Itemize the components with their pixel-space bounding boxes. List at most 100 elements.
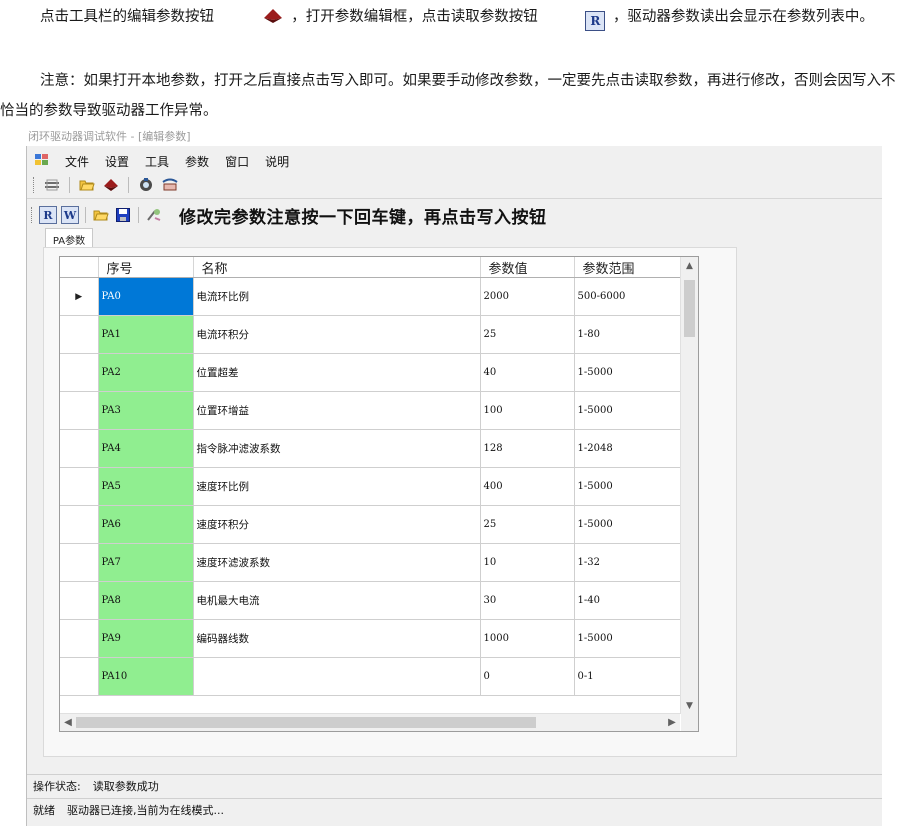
op-status-value: 读取参数成功 (92, 780, 159, 793)
menu-settings[interactable]: 设置 (97, 153, 137, 170)
cell-value[interactable]: 128 (480, 429, 575, 468)
cell-seq[interactable]: PA4 (98, 429, 194, 468)
cell-range[interactable]: 1-32 (574, 543, 682, 582)
cell-value[interactable]: 25 (480, 505, 575, 544)
cell-name[interactable]: 速度环积分 (193, 505, 481, 544)
cell-value[interactable]: 0 (480, 657, 575, 696)
read-param-icon: R (545, 6, 606, 36)
table-row[interactable]: PA8 电机最大电流 30 1-40 (60, 581, 682, 620)
menu-window[interactable]: 窗口 (217, 153, 257, 170)
monitor-icon[interactable] (161, 176, 179, 194)
cell-range[interactable]: 500-6000 (574, 277, 682, 316)
reset-icon[interactable] (145, 206, 163, 224)
menu-file[interactable]: 文件 (57, 153, 97, 170)
header-seq[interactable]: 序号 (98, 257, 194, 278)
cell-value[interactable]: 25 (480, 315, 575, 354)
cell-range[interactable]: 1-80 (574, 315, 682, 354)
scroll-left-icon[interactable]: ◀ (60, 714, 76, 731)
menu-bar: 文件 设置 工具 参数 窗口 说明 (27, 150, 297, 172)
cell-range[interactable]: 1-40 (574, 581, 682, 620)
header-name[interactable]: 名称 (193, 257, 481, 278)
cell-range[interactable]: 1-5000 (574, 505, 682, 544)
cell-name[interactable]: 速度环滤波系数 (193, 543, 481, 582)
table-row[interactable]: PA10 0 0-1 (60, 657, 682, 696)
status-bar: 就绪 驱动器已连接,当前为在线模式... (27, 798, 882, 821)
write-param-button[interactable]: W (61, 206, 79, 224)
param-grid[interactable]: 序号 名称 参数值 参数范围 ▶ PA0 电流环比例 2000 500-6000… (59, 256, 699, 732)
table-row[interactable]: PA4 指令脉冲滤波系数 128 1-2048 (60, 429, 682, 468)
cell-value[interactable]: 400 (480, 467, 575, 506)
table-row[interactable]: PA2 位置超差 40 1-5000 (60, 353, 682, 392)
cell-name[interactable]: 位置环增益 (193, 391, 481, 430)
table-row[interactable]: PA7 速度环滤波系数 10 1-32 (60, 543, 682, 582)
table-row[interactable]: ▶ PA0 电流环比例 2000 500-6000 (60, 277, 682, 316)
table-header: 序号 名称 参数值 参数范围 (60, 257, 682, 278)
cell-seq[interactable]: PA3 (98, 391, 194, 430)
header-value[interactable]: 参数值 (480, 257, 575, 278)
connect-icon[interactable] (43, 176, 61, 194)
cell-seq[interactable]: PA0 (98, 277, 194, 316)
cell-name[interactable]: 电机最大电流 (193, 581, 481, 620)
oscilloscope-icon[interactable] (137, 176, 155, 194)
cell-seq[interactable]: PA5 (98, 467, 194, 506)
cell-name[interactable]: 电流环积分 (193, 315, 481, 354)
save-icon[interactable] (114, 206, 132, 224)
table-row[interactable]: PA1 电流环积分 25 1-80 (60, 315, 682, 354)
param-toolbar: R W 修改完参数注意按一下回车键，再点击写入按钮 (31, 202, 547, 228)
edit-param-icon[interactable] (102, 176, 120, 194)
main-toolbar (27, 174, 179, 196)
menu-tools[interactable]: 工具 (137, 153, 177, 170)
row-marker: ▶ (60, 277, 99, 316)
table-row[interactable]: PA5 速度环比例 400 1-5000 (60, 467, 682, 506)
menu-params[interactable]: 参数 (177, 153, 217, 170)
cell-value[interactable]: 2000 (480, 277, 575, 316)
scroll-down-icon[interactable]: ▼ (681, 697, 698, 714)
cell-name[interactable]: 编码器线数 (193, 619, 481, 658)
table-row[interactable]: PA9 编码器线数 1000 1-5000 (60, 619, 682, 658)
cell-range[interactable]: 0-1 (574, 657, 682, 696)
vertical-scrollbar[interactable]: ▲ ▼ (680, 257, 698, 714)
cell-value[interactable]: 10 (480, 543, 575, 582)
cell-seq[interactable]: PA10 (98, 657, 194, 696)
cell-value[interactable]: 30 (480, 581, 575, 620)
read-param-button[interactable]: R (39, 206, 57, 224)
cell-range[interactable]: 1-5000 (574, 619, 682, 658)
cell-seq[interactable]: PA6 (98, 505, 194, 544)
open-file-icon[interactable] (92, 206, 110, 224)
menu-help[interactable]: 说明 (257, 153, 297, 170)
cell-seq[interactable]: PA1 (98, 315, 194, 354)
toolbar-grip (33, 177, 37, 193)
cell-name[interactable] (193, 657, 481, 696)
doc-text-1a: 点击工具栏的编辑参数按钮 (40, 9, 214, 25)
cell-range[interactable]: 1-5000 (574, 467, 682, 506)
header-range[interactable]: 参数范围 (574, 257, 682, 278)
cell-range[interactable]: 1-5000 (574, 353, 682, 392)
cell-value[interactable]: 1000 (480, 619, 575, 658)
cell-range[interactable]: 1-5000 (574, 391, 682, 430)
cell-value[interactable]: 100 (480, 391, 575, 430)
doc-text-1c: ，驱动器参数读出会显示在参数列表中。 (612, 9, 874, 25)
scroll-up-icon[interactable]: ▲ (681, 257, 698, 274)
cell-seq[interactable]: PA8 (98, 581, 194, 620)
doc-paragraph-1: 点击工具栏的编辑参数按钮 ，打开参数编辑框，点击读取参数按钮 R ，驱动器参数读… (0, 2, 898, 36)
tab-pa-params[interactable]: PA参数 (45, 228, 93, 249)
scroll-right-icon[interactable]: ▶ (664, 714, 680, 731)
table-row[interactable]: PA3 位置环增益 100 1-5000 (60, 391, 682, 430)
cell-seq[interactable]: PA7 (98, 543, 194, 582)
edit-param-icon (222, 6, 284, 36)
cell-value[interactable]: 40 (480, 353, 575, 392)
open-folder-icon[interactable] (78, 176, 96, 194)
cell-seq[interactable]: PA9 (98, 619, 194, 658)
cell-name[interactable]: 指令脉冲滤波系数 (193, 429, 481, 468)
cell-name[interactable]: 电流环比例 (193, 277, 481, 316)
horizontal-scroll-thumb[interactable] (76, 717, 536, 728)
table-row[interactable]: PA6 速度环积分 25 1-5000 (60, 505, 682, 544)
header-row-handle (60, 257, 99, 278)
horizontal-scrollbar[interactable]: ◀ ▶ (60, 713, 680, 731)
cell-name[interactable]: 位置超差 (193, 353, 481, 392)
cell-seq[interactable]: PA2 (98, 353, 194, 392)
app-icon[interactable] (27, 153, 57, 169)
cell-name[interactable]: 速度环比例 (193, 467, 481, 506)
vertical-scroll-thumb[interactable] (684, 280, 695, 337)
cell-range[interactable]: 1-2048 (574, 429, 682, 468)
